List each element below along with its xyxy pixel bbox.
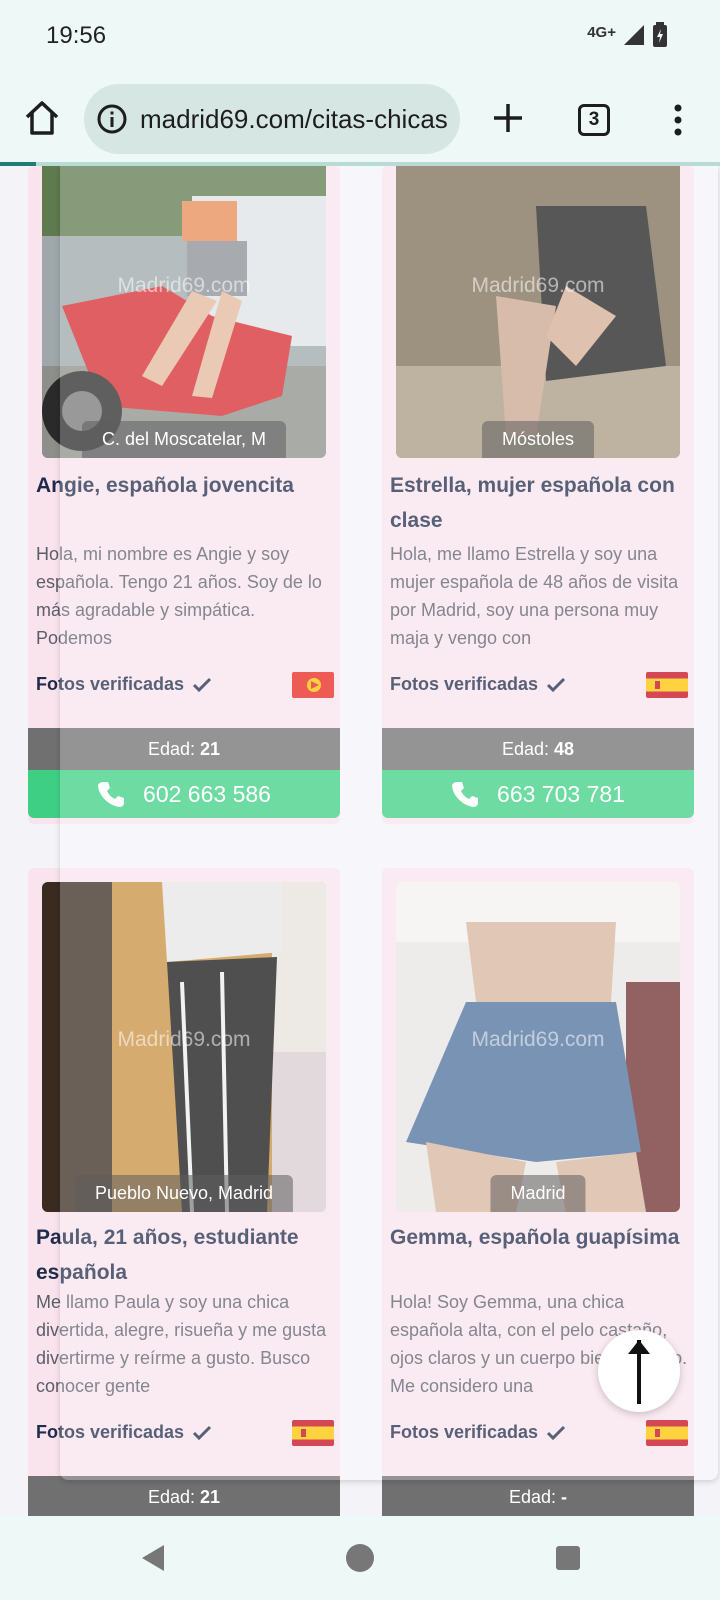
photo-image (396, 166, 680, 458)
system-nav-bar (0, 1516, 720, 1600)
flag-spain-icon (646, 672, 688, 698)
photo-watermark: Madrid69.com (471, 274, 605, 297)
age-label: Edad: (147, 739, 195, 759)
photo-watermark: Madrid69.com (117, 274, 251, 297)
profile-photo[interactable]: Madrid69.com C. del Moscatelar, M (42, 166, 326, 458)
check-icon (193, 677, 212, 692)
age-label: Edad: (147, 1487, 195, 1507)
flag-icon (292, 672, 334, 698)
age-value: 48 (554, 739, 575, 759)
photo-watermark: Madrid69.com (471, 1028, 605, 1051)
battery-icon (653, 22, 667, 47)
profile-title[interactable]: Gemma, española guapísima (390, 1220, 690, 1255)
tabs-button[interactable]: 3 (578, 104, 610, 136)
profile-description: Me llamo Paula y soy una chica divertida… (36, 1292, 327, 1396)
age-value: - (561, 1487, 568, 1507)
location-label: Madrid (490, 1175, 586, 1212)
profile-title[interactable]: Angie, española jovencita (36, 468, 336, 503)
page-content: Madrid69.com C. del Moscatelar, M Angie,… (0, 166, 720, 1516)
network-type: 4G+ (587, 23, 616, 41)
profile-card[interactable]: Madrid69.com Madrid Gemma, española guap… (382, 868, 694, 1516)
age-label: Edad: (508, 1487, 557, 1507)
location-label: Móstoles (481, 421, 595, 458)
home-icon[interactable] (22, 98, 62, 138)
profile-photo[interactable]: Madrid69.com Móstoles (396, 166, 680, 458)
arrow-up-icon (628, 1340, 650, 1404)
profile-photo[interactable]: Madrid69.com Pueblo Nuevo, Madrid (42, 882, 326, 1212)
status-bar: 19:56 4G+ (0, 0, 720, 72)
profile-title[interactable]: Paula, 21 años, estudiante española (36, 1220, 336, 1290)
status-time: 19:56 (46, 22, 107, 49)
status-icons: 4G+ (587, 22, 668, 48)
plus-icon[interactable] (488, 98, 528, 138)
profile-title[interactable]: Estrella, mujer española con clase (390, 468, 690, 538)
phone-number: 663 703 781 (497, 780, 625, 807)
url-text: madrid69.com/citas-chicas (140, 103, 448, 134)
profile-photo[interactable]: Madrid69.com Madrid (396, 882, 680, 1212)
signal-icon (624, 25, 644, 45)
location-label: C. del Moscatelar, M (81, 421, 287, 458)
address-bar[interactable]: madrid69.com/citas-chicas (84, 84, 460, 154)
profile-description: Hola, me llamo Estrella y soy una mujer … (390, 544, 679, 648)
phone-number: 602 663 586 (143, 780, 271, 807)
flag-spain-icon (292, 1420, 334, 1446)
back-icon[interactable] (138, 1542, 168, 1574)
verified-photos: Fotos verificadas (390, 1422, 566, 1443)
verified-label: Fotos verificadas (36, 674, 185, 694)
age-bar: Edad: 48 (382, 728, 694, 770)
flag-spain-icon (646, 1420, 688, 1446)
age-bar: Edad: - (382, 1476, 694, 1516)
call-button[interactable]: 602 663 586 (28, 770, 340, 818)
age-value: 21 (200, 1487, 221, 1507)
browser-toolbar: madrid69.com/citas-chicas 3 (0, 72, 720, 164)
profile-card[interactable]: Madrid69.com C. del Moscatelar, M Angie,… (28, 166, 340, 824)
phone-icon (98, 782, 125, 807)
age-label: Edad: (501, 739, 549, 759)
info-icon[interactable] (96, 103, 128, 135)
verified-photos: Fotos verificadas (390, 674, 566, 695)
home-circle-icon[interactable] (344, 1542, 376, 1574)
call-button[interactable]: 663 703 781 (382, 770, 694, 818)
verified-photos: Fotos verificadas (36, 1422, 212, 1443)
check-icon (547, 677, 566, 692)
profile-description: Hola, mi nombre es Angie y soy española.… (36, 544, 322, 648)
verified-label: Fotos verificadas (36, 1422, 185, 1442)
age-bar: Edad: 21 (28, 1476, 340, 1516)
verified-label: Fotos verificadas (390, 674, 539, 694)
photo-image (42, 166, 326, 458)
recents-icon[interactable] (554, 1544, 582, 1572)
verified-label: Fotos verificadas (390, 1422, 539, 1442)
profile-card[interactable]: Madrid69.com Móstoles Estrella, mujer es… (382, 166, 694, 824)
profile-card[interactable]: Madrid69.com Pueblo Nuevo, Madrid Paula,… (28, 868, 340, 1516)
verified-photos: Fotos verificadas (36, 674, 212, 695)
phone-icon (452, 782, 479, 807)
check-icon (193, 1425, 212, 1440)
check-icon (547, 1425, 566, 1440)
scroll-to-top-button[interactable] (598, 1330, 680, 1412)
photo-watermark: Madrid69.com (117, 1028, 251, 1051)
menu-icon[interactable] (664, 100, 692, 140)
age-bar: Edad: 21 (28, 728, 340, 770)
location-label: Pueblo Nuevo, Madrid (74, 1175, 294, 1212)
age-value: 21 (200, 739, 221, 759)
